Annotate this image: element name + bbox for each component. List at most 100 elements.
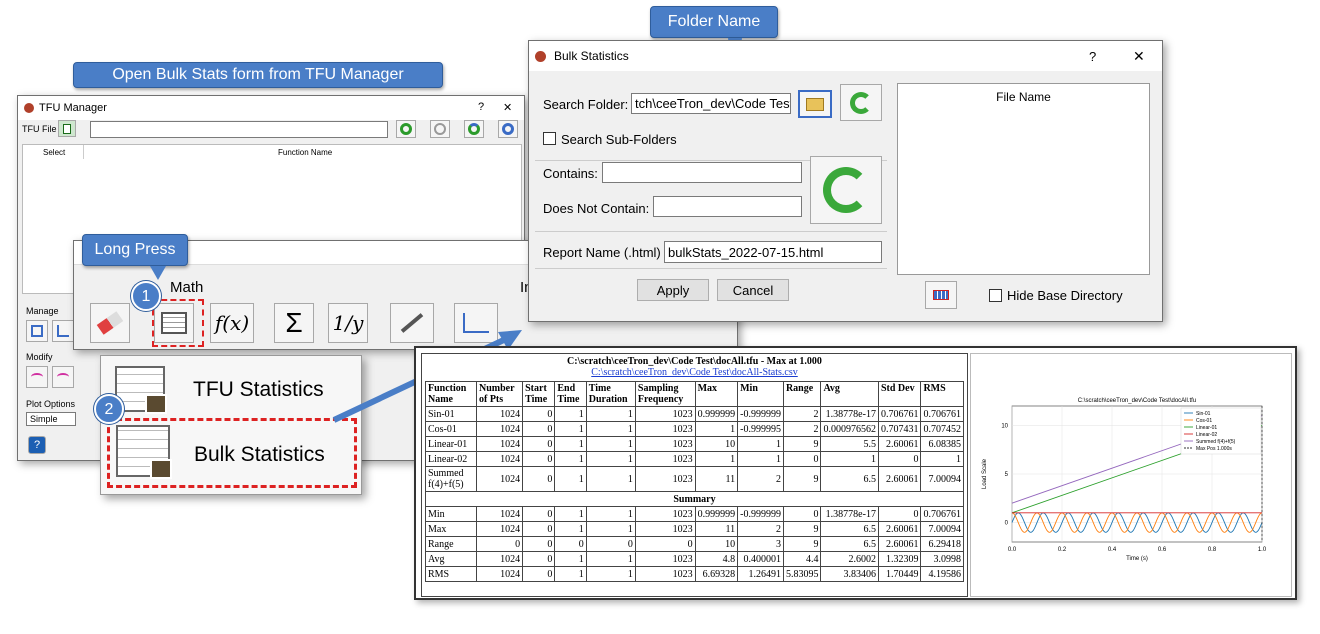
folder-name-callout: Folder Name [650, 6, 778, 38]
stats-cell: 1024 [475, 551, 524, 567]
stats-cell: 1024 [475, 451, 524, 467]
dialog-help-button[interactable]: ? [1089, 49, 1096, 64]
stats-cell: 0 [585, 536, 636, 552]
fx-button[interactable]: f(x) [210, 303, 254, 343]
help-circle-button[interactable]: ? [28, 436, 46, 454]
file-name-header: File Name [996, 90, 1051, 104]
report-csv-link[interactable]: C:\scratch\ceeTron_dev\Code Test\docAll-… [422, 367, 967, 378]
stats-cell: 2 [737, 466, 784, 492]
stats-cell: 1 [554, 551, 587, 567]
stats-cell: 0.706761 [920, 506, 964, 522]
stats-cell: 0 [522, 551, 556, 567]
dialog-close-button[interactable]: ✕ [1133, 48, 1145, 65]
hide-base-checkbox[interactable] [989, 289, 1002, 302]
stats-header-cell: Start Time [522, 381, 556, 407]
stats-cell: 3.0998 [920, 551, 964, 567]
stats-cell: 0 [522, 451, 556, 467]
stats-cell: 1023 [634, 521, 696, 537]
stats-row: RMS 1024 0 1 1 1023 6.69328 1.26491 5.83095 3.834… [425, 566, 964, 582]
stats-cell: 1 [554, 521, 587, 537]
reload-button[interactable] [498, 120, 518, 138]
modify-tool-2[interactable] [52, 366, 74, 388]
search-subfolders-checkbox[interactable] [543, 132, 556, 145]
stats-cell: 1 [820, 451, 879, 467]
stats-header-cell: Min [737, 381, 784, 407]
search-folder-input[interactable]: tch\ceeTron_dev\Code Test [631, 93, 791, 114]
tfu-file-path-input[interactable] [90, 121, 388, 138]
stats-cell: 2.60061 [877, 521, 922, 537]
sigma-button[interactable]: Σ [274, 303, 314, 343]
stats-cell: 1 [554, 421, 587, 437]
wave2-icon [57, 373, 69, 381]
stats-header-cell: End Time [554, 381, 587, 407]
stats-cell: 10 [694, 436, 739, 452]
stats-cell: 0.999999 [694, 506, 739, 522]
search-folder-label: Search Folder: [543, 97, 629, 112]
open-green-button[interactable] [396, 120, 416, 138]
stats-cell: 1 [585, 521, 636, 537]
stats-cell: 1024 [475, 406, 524, 422]
menu-item-bulk-statistics[interactable]: Bulk Statistics [107, 418, 357, 488]
statistics-highlight [152, 299, 204, 347]
reload-folder-button[interactable] [840, 84, 882, 121]
reload-icon [502, 123, 514, 135]
stats-cell: 0 [877, 506, 922, 522]
statistics-menu: TFU Statistics Bulk Statistics [100, 355, 362, 495]
stats-cell: 2 [782, 421, 822, 437]
contains-input[interactable] [602, 162, 802, 183]
stats-cell: 1 [554, 451, 587, 467]
help-button[interactable]: ? [478, 101, 484, 113]
stats-cell: 5.5 [820, 436, 879, 452]
eraser-button[interactable] [90, 303, 130, 343]
stats-cell: 1 [737, 436, 784, 452]
report-name-input[interactable]: bulkStats_2022-07-15.html [664, 241, 882, 263]
x-tick-label: 1.0 [1258, 547, 1267, 553]
cancel-button[interactable]: Cancel [717, 279, 789, 301]
stats-cell: 1 [694, 451, 739, 467]
stats-cell: 0 [522, 406, 556, 422]
document-icon [63, 123, 71, 134]
axes-icon [57, 325, 69, 337]
apply-button[interactable]: Apply [637, 279, 709, 301]
refresh-button[interactable] [464, 120, 484, 138]
modify-tool-1[interactable] [26, 366, 48, 388]
stats-cell: 0.706761 [920, 406, 964, 422]
manage-tool-2[interactable] [52, 320, 74, 342]
file-name-list[interactable]: File Name [897, 83, 1150, 275]
eraser-icon [96, 311, 124, 335]
clear-list-button[interactable] [925, 281, 957, 309]
menu-label-bulk-statistics: Bulk Statistics [194, 443, 325, 466]
plot-options-select[interactable]: Simple [26, 412, 76, 426]
not-contain-input[interactable] [653, 196, 802, 217]
manage-tool-1[interactable] [26, 320, 48, 342]
legend-label: Cos-01 [1196, 418, 1212, 424]
stats-cell: 2.60061 [877, 536, 922, 552]
menu-item-tfu-statistics[interactable]: TFU Statistics [115, 360, 355, 416]
stats-cell: Sin-01 [425, 406, 477, 422]
stats-cell: 1024 [475, 436, 524, 452]
stats-row: Summed f(4)+f(5) 1024 0 1 1 1023 11 2 9 6.5 2.6006… [425, 466, 964, 492]
power-icon [434, 123, 446, 135]
y-axis-label: Load Scale [982, 458, 988, 489]
stats-cell: 1 [585, 421, 636, 437]
stats-header-cell: Avg [820, 381, 879, 407]
stats-cell: 1 [585, 506, 636, 522]
green-refresh-icon [850, 91, 872, 114]
stats-cell: 0 [554, 536, 587, 552]
modify-label: Modify [26, 352, 53, 362]
stats-cell: 1 [585, 451, 636, 467]
filter-run-button[interactable] [810, 156, 882, 224]
stats-cell: 1023 [634, 421, 696, 437]
report-heading: C:\scratch\ceeTron_dev\Code Test\docAll.… [567, 356, 822, 367]
stats-cell: 0 [522, 566, 556, 582]
y-tick-label: 5 [1005, 472, 1009, 478]
x-axis-label: Time (s) [1126, 556, 1148, 562]
bulk-statistics-dialog: Bulk Statistics ? ✕ Search Folder: tch\c… [528, 40, 1163, 322]
stats-cell: 1024 [475, 506, 524, 522]
stats-cell: Avg [425, 551, 477, 567]
power-button[interactable] [430, 120, 450, 138]
stats-cell: 1.38778e-17 [820, 406, 879, 422]
new-file-button[interactable] [58, 120, 76, 137]
browse-folder-button[interactable] [798, 90, 832, 118]
close-button[interactable]: ✕ [503, 101, 512, 114]
